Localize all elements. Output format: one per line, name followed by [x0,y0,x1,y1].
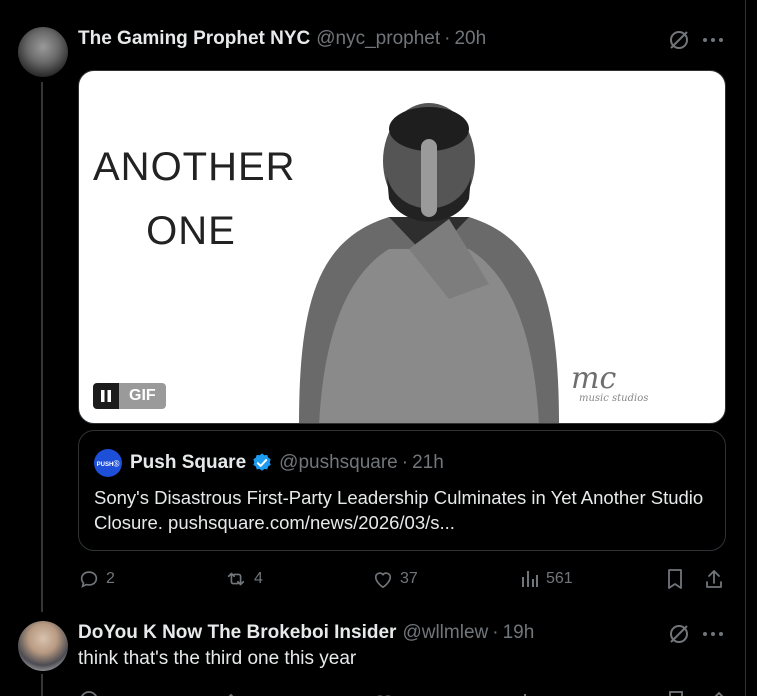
thread-connector [41,82,43,612]
avatar[interactable] [18,621,68,671]
repost-button[interactable]: 4 [224,566,263,592]
pause-icon[interactable] [93,383,119,409]
repost-icon [227,572,245,586]
repost-count: 4 [254,570,263,587]
like-count: 37 [400,570,418,587]
separator: · [492,622,499,643]
author-name[interactable]: DoYou K Now The Brokeboi Insider [78,622,396,644]
quoted-timestamp: 21h [412,452,444,473]
reply-button[interactable]: 2 [78,566,115,592]
quoted-avatar: PUSHⓈ [94,449,122,477]
thread-connector [41,674,43,696]
share-icon [706,570,722,588]
quoted-post-text: Sony's Disastrous First-Party Leadership… [94,487,704,533]
separator: · [401,452,409,473]
quoted-post-header: PUSHⓈ Push Square @pushsquare · 21h [94,449,444,477]
post-header: DoYou K Now The Brokeboi Insider @wllmle… [78,621,534,645]
author-name[interactable]: The Gaming Prophet NYC [78,28,310,50]
post-text: think that's the third one this year [78,648,357,669]
like-icon [374,572,392,589]
quoted-author-handle: @pushsquare [279,452,398,473]
timestamp[interactable]: 20h [454,28,486,50]
reply-icon [80,571,98,588]
reply-count: 2 [106,570,115,587]
views-button[interactable]: 561 [520,566,573,592]
verified-icon [253,453,271,471]
separator: · [444,28,451,49]
gif-watermark: mc [571,361,617,396]
avatar[interactable] [18,27,68,77]
post-actions: 2 4 37 561 [78,566,738,592]
gif-caption: ANOTHER ONE [93,145,296,253]
gif-watermark-sub: music studios [579,393,649,404]
quoted-author-name: Push Square [130,452,247,473]
like-button[interactable]: 37 [372,566,418,592]
gif-controls: GIF [93,383,166,409]
views-icon [522,571,538,587]
post-actions-partial [78,688,738,696]
views-count: 561 [546,570,573,587]
gif-person-figure [299,103,559,423]
bookmark-button[interactable] [666,566,690,592]
author-handle[interactable]: @nyc_prophet [316,28,440,50]
author-handle[interactable]: @wllmlew [402,622,488,644]
bookmark-icon [668,569,682,589]
grok-icon[interactable] [666,621,692,647]
post-header: The Gaming Prophet NYC @nyc_prophet · 20… [78,27,486,51]
partial-action-icons [81,691,724,696]
more-icon[interactable] [700,27,726,53]
timestamp[interactable]: 19h [503,622,535,644]
quoted-post[interactable]: PUSHⓈ Push Square @pushsquare · 21h Sony… [78,430,726,551]
column-border [745,0,746,696]
grok-icon[interactable] [666,27,692,53]
gif-badge: GIF [119,383,166,409]
share-button[interactable] [704,566,730,592]
more-icon[interactable] [700,621,726,647]
gif-media[interactable]: ANOTHER ONE mc music studios GIF [78,70,726,424]
